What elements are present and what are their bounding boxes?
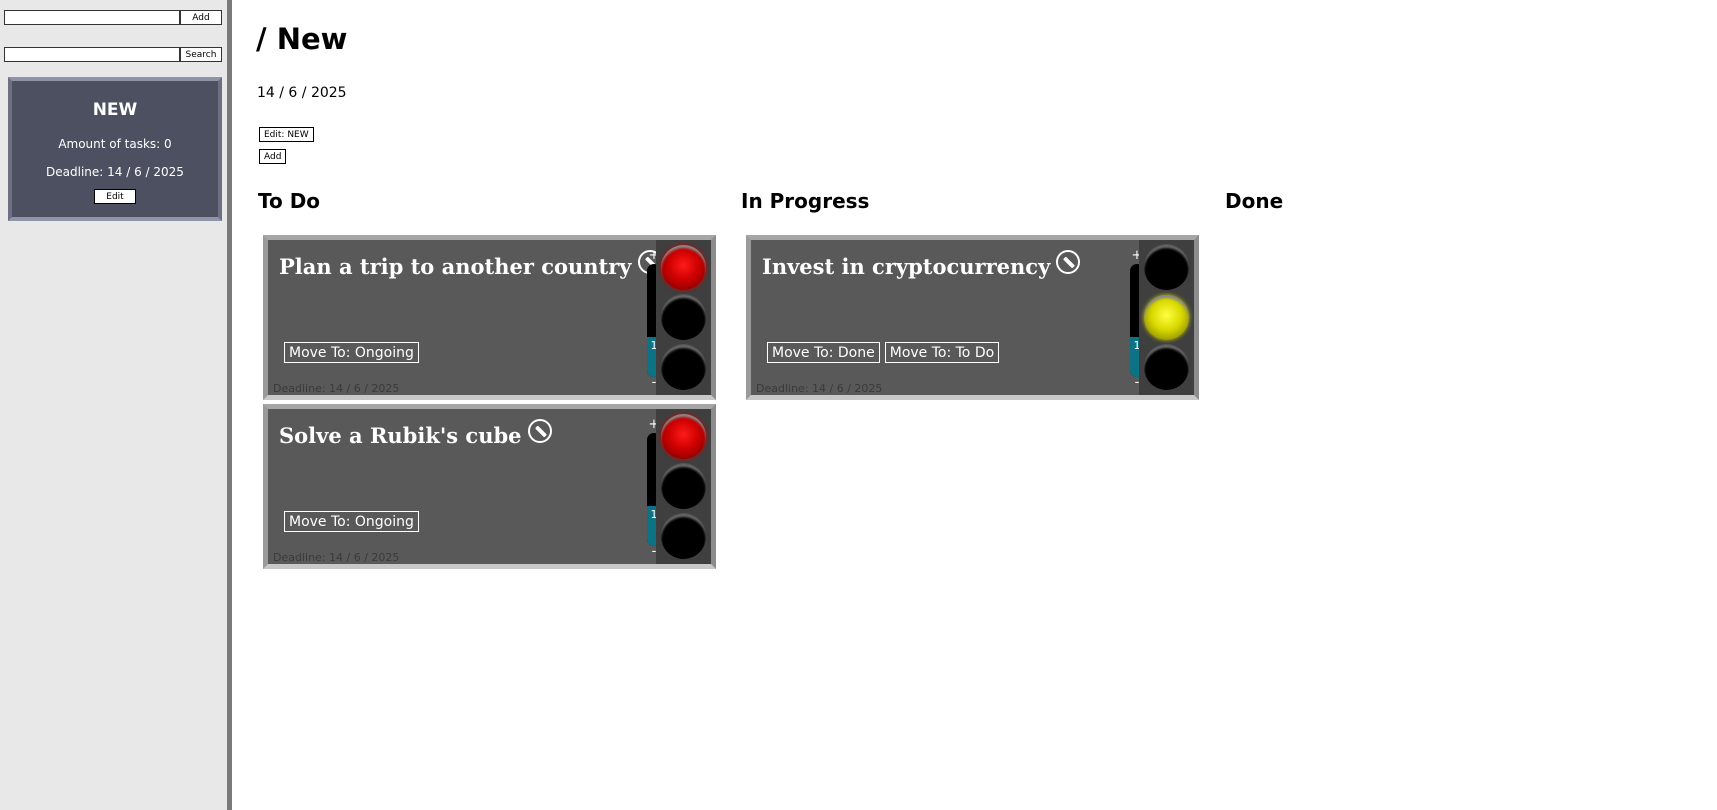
pencil-icon[interactable] — [1056, 249, 1081, 274]
task-title: Invest in cryptocurrency — [762, 249, 1081, 279]
green-light — [661, 345, 706, 390]
task-title: Plan a trip to another country — [279, 249, 662, 279]
task-card: Solve a Rubik's cube Move To: Ongoing De… — [263, 404, 716, 569]
task-card: Plan a trip to another country Move To: … — [263, 235, 716, 400]
green-light — [661, 514, 706, 559]
red-light — [1144, 245, 1189, 290]
move-buttons: Move To: Ongoing — [284, 511, 419, 532]
board-card[interactable]: NEW Amount of tasks: 0 Deadline: 14 / 6 … — [8, 77, 222, 221]
task-deadline: Deadline: 14 / 6 / 2025 — [756, 382, 883, 395]
task-deadline: Deadline: 14 / 6 / 2025 — [273, 551, 400, 564]
yellow-light — [661, 464, 706, 509]
board-task-count: Amount of tasks: 0 — [58, 137, 172, 151]
move-buttons: Move To: Ongoing — [284, 342, 419, 363]
board-name: NEW — [92, 100, 138, 120]
status-traffic-light — [656, 409, 711, 564]
status-traffic-light — [656, 240, 711, 395]
task-deadline: Deadline: 14 / 6 / 2025 — [273, 382, 400, 395]
pencil-icon[interactable] — [527, 418, 552, 443]
add-task-button[interactable]: Add — [259, 149, 287, 164]
edit-board-button[interactable]: Edit: NEW — [259, 127, 314, 142]
task-title-text: Plan a trip to another country — [279, 254, 632, 279]
green-light — [1144, 345, 1189, 390]
add-board-input[interactable] — [4, 10, 180, 25]
status-traffic-light — [1139, 240, 1194, 395]
search-input[interactable] — [4, 47, 180, 62]
page-title: / New — [256, 22, 348, 56]
column-heading-done: Done — [1225, 189, 1284, 213]
yellow-light — [1144, 295, 1189, 340]
add-board-row: Add — [4, 10, 222, 25]
red-light — [661, 414, 706, 459]
column-heading-in-progress: In Progress — [741, 189, 870, 213]
add-board-button[interactable]: Add — [180, 10, 222, 25]
red-light — [661, 245, 706, 290]
task-title-text: Invest in cryptocurrency — [762, 254, 1051, 279]
move-to-todo-button[interactable]: Move To: To Do — [884, 342, 1000, 363]
page-date: 14 / 6 / 2025 — [257, 85, 347, 101]
move-buttons: Move To: Done Move To: To Do — [767, 342, 1000, 363]
search-button[interactable]: Search — [180, 47, 222, 62]
move-to-done-button[interactable]: Move To: Done — [767, 342, 880, 363]
board-edit-button[interactable]: Edit — [94, 189, 136, 204]
board-deadline: Deadline: 14 / 6 / 2025 — [46, 165, 184, 179]
search-row: Search — [4, 47, 222, 62]
column-heading-todo: To Do — [258, 189, 321, 213]
move-to-ongoing-button[interactable]: Move To: Ongoing — [284, 342, 419, 363]
yellow-light — [661, 295, 706, 340]
task-title-text: Solve a Rubik's cube — [279, 423, 522, 448]
task-title: Solve a Rubik's cube — [279, 418, 552, 448]
move-to-ongoing-button[interactable]: Move To: Ongoing — [284, 511, 419, 532]
task-card: Invest in cryptocurrency Move To: Done M… — [746, 235, 1199, 400]
sidebar: Add Search NEW Amount of tasks: 0 Deadli… — [0, 0, 232, 810]
